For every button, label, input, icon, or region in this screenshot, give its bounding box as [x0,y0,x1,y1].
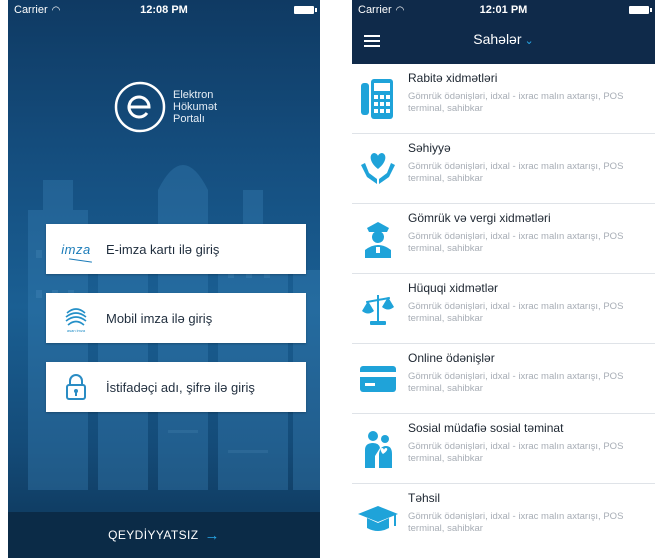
family-icon [352,414,404,483]
category-item-education[interactable]: Təhsil Gömrük ödənişləri, idxal - ixrac … [352,484,655,554]
portal-brand: Elektron Hökumət Portalı [113,80,217,134]
arrow-right-icon: → [204,526,220,544]
svg-text:asan imza: asan imza [67,328,86,333]
heart-hands-icon [352,134,404,203]
category-subtitle: Gömrük ödənişləri, idxal - ixrac malın a… [408,301,624,324]
clock: 12:01 PM [479,4,528,16]
brand-line-2: Hökumət [173,101,218,113]
clock: 12:08 PM [140,4,188,16]
fingerprint-icon: asan imza [46,303,106,333]
username-password-login-button[interactable]: İstifadəçi adı, şifrə ilə giriş [46,362,306,412]
brand-text: Elektron Hökumət Portalı [173,89,217,125]
continue-without-registration-label: QEYDİYYATSIZ [108,528,199,542]
categories-screen: Carrier ◠ 12:01 PM Sahələr ⌄ Rabitə xidm… [352,0,655,558]
wifi-icon: ◠ [51,4,61,16]
category-title: Rabitə xidmətləri [408,71,498,85]
category-subtitle: Gömrük ödənişləri, idxal - ixrac malın a… [408,441,624,464]
category-item-customs-tax[interactable]: Gömrük və vergi xidmətləri Gömrük ödəniş… [352,204,655,274]
lock-icon [46,374,106,400]
section-selector[interactable]: Sahələr ⌄ [352,31,655,47]
category-title: Səhiyyə [408,141,451,155]
brand-line-1: Elektron [173,89,214,101]
category-title: Təhsil [408,491,441,505]
category-title: Online ödənişlər [408,351,495,365]
battery-icon [294,6,317,14]
e-gov-logo-icon [114,81,166,133]
continue-without-registration-button[interactable]: QEYDİYYATSIZ → [8,512,320,558]
scales-icon [352,274,404,343]
category-item-communications[interactable]: Rabitə xidmətləri Gömrük ödənişləri, idx… [352,64,655,134]
category-title: Sosial müdafiə sosial təminat [408,421,564,435]
mobile-signature-login-button[interactable]: asan imza Mobil imza ilə giriş [46,293,306,343]
category-subtitle: Gömrük ödənişləri, idxal - ixrac malın a… [408,231,624,254]
category-item-legal[interactable]: Hüquqi xidmətlər Gömrük ödənişləri, idxa… [352,274,655,344]
status-bar: Carrier ◠ 12:01 PM [352,0,655,20]
graduation-cap-icon [352,484,404,554]
navigation-bar: Carrier ◠ 12:01 PM Sahələr ⌄ [352,0,655,64]
imza-icon: imza [61,241,91,257]
category-subtitle: Gömrük ödənişləri, idxal - ixrac malın a… [408,371,624,394]
e-imza-login-button[interactable]: imza E-imza kartı ilə giriş [46,224,306,274]
wifi-icon: ◠ [395,4,405,16]
category-subtitle: Gömrük ödənişləri, idxal - ixrac malın a… [408,511,624,534]
category-item-online-payments[interactable]: Online ödənişlər Gömrük ödənişləri, idxa… [352,344,655,414]
login-screen: Carrier ◠ 12:08 PM Elektron Hökumət Port… [8,0,320,558]
chevron-down-icon: ⌄ [524,35,534,47]
category-title: Gömrük və vergi xidmətləri [408,211,551,225]
category-subtitle: Gömrük ödənişləri, idxal - ixrac malın a… [408,161,624,184]
category-subtitle: Gömrük ödənişləri, idxal - ixrac malın a… [408,91,624,114]
mobile-signature-login-label: Mobil imza ilə giriş [106,310,213,326]
credit-card-icon [352,344,404,413]
officer-icon [352,204,404,273]
battery-icon [629,6,652,14]
username-password-login-label: İstifadəçi adı, şifrə ilə giriş [106,379,255,395]
category-list: Rabitə xidmətləri Gömrük ödənişləri, idx… [352,64,655,554]
calculator-phone-icon [352,64,404,133]
carrier-label: Carrier [358,4,392,16]
category-item-health[interactable]: Səhiyyə Gömrük ödənişləri, idxal - ixrac… [352,134,655,204]
status-bar: Carrier ◠ 12:08 PM [8,0,320,20]
category-item-social-protection[interactable]: Sosial müdafiə sosial təminat Gömrük ödə… [352,414,655,484]
nav-title: Sahələr [473,31,522,47]
brand-line-3: Portalı [173,113,205,125]
e-imza-login-label: E-imza kartı ilə giriş [106,241,220,257]
category-title: Hüquqi xidmətlər [408,281,499,295]
carrier-label: Carrier [14,4,48,16]
